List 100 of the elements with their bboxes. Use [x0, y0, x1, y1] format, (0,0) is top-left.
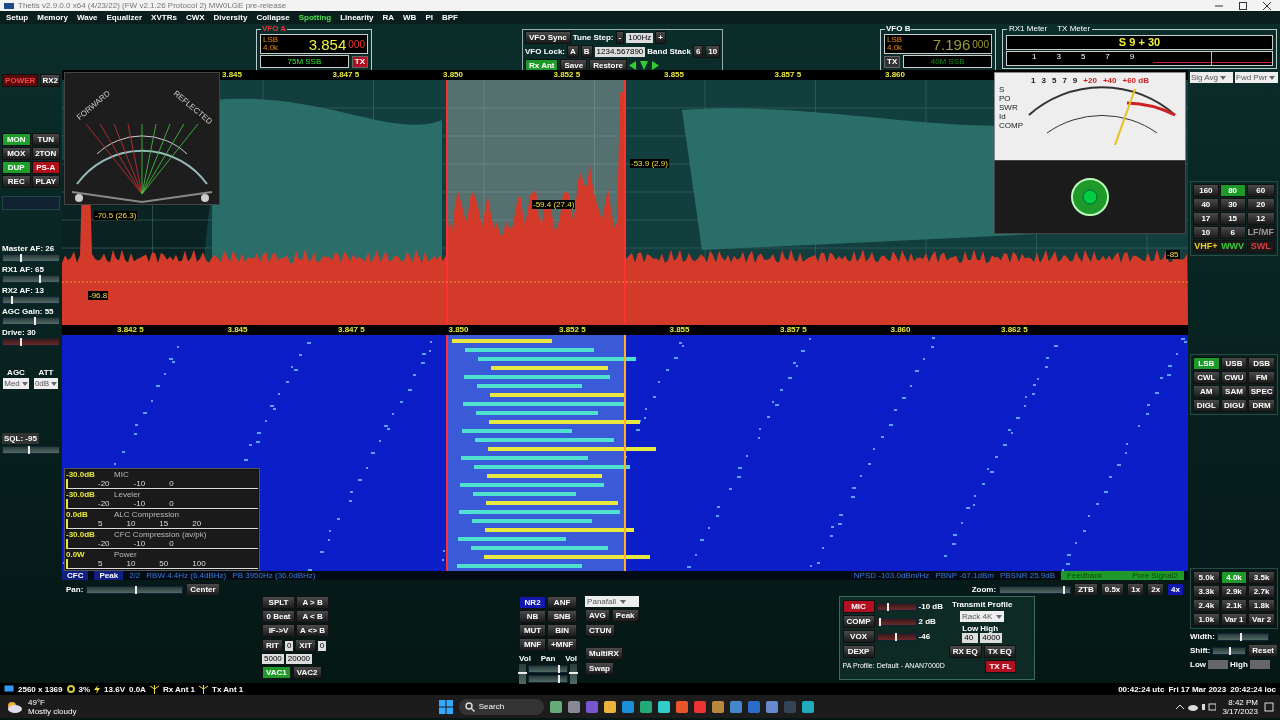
vfo-button[interactable]: 0 Beat	[262, 610, 296, 623]
taskbar-app-icon[interactable]	[766, 700, 779, 713]
low-field[interactable]	[1208, 660, 1228, 669]
toggle-button[interactable]: MON	[2, 133, 31, 146]
high-field[interactable]: 4000	[980, 633, 1003, 643]
taskbar-app-icon[interactable]	[622, 700, 635, 713]
slider-thumb[interactable]	[887, 602, 890, 611]
band-stack-button[interactable]: 6	[692, 45, 704, 58]
pan-slider[interactable]	[528, 665, 569, 673]
volume-slider[interactable]	[519, 664, 527, 684]
mode-button[interactable]: DRM	[1248, 399, 1275, 412]
dsp-button[interactable]: +MNF	[547, 638, 578, 651]
band-button[interactable]: LF/MF	[1246, 226, 1275, 239]
menu-item[interactable]: CWX	[185, 13, 205, 22]
start-icon[interactable]	[438, 699, 453, 714]
mode-button[interactable]: CWL	[1193, 371, 1220, 384]
tx-button[interactable]: TX	[351, 55, 368, 68]
agc-dropdown[interactable]: Med	[3, 378, 29, 389]
vfo-button[interactable]: IF->V	[262, 624, 296, 637]
xit-button[interactable]: XIT	[295, 639, 316, 652]
avg-button[interactable]: AVG	[585, 609, 610, 622]
slider-thumb[interactable]	[1063, 585, 1066, 594]
taskbar-app-icon[interactable]	[802, 700, 815, 713]
slider[interactable]	[876, 602, 917, 611]
menu-item[interactable]: Collapse	[256, 13, 290, 22]
profile-dropdown[interactable]: Rack 4K	[960, 611, 1005, 622]
band-button[interactable]: 15	[1219, 212, 1246, 225]
zoom-button[interactable]: ZTB	[1074, 583, 1098, 596]
lock-b-button[interactable]: B	[580, 45, 593, 58]
toggle-button[interactable]: PS-A	[31, 161, 60, 174]
slider-thumb[interactable]	[19, 254, 22, 262]
menu-item[interactable]: WB	[403, 13, 417, 22]
vac-button[interactable]: VAC1	[262, 666, 291, 679]
taskbar-app-icon[interactable]	[676, 700, 689, 713]
taskbar-app-icon[interactable]	[550, 700, 563, 713]
taskbar-app-icon[interactable]	[712, 700, 725, 713]
zoom-slider[interactable]	[999, 585, 1072, 594]
toggle-button[interactable]: DUP	[2, 161, 31, 174]
vfo-button[interactable]: SPLT	[262, 596, 296, 609]
ctun-button[interactable]: CTUN	[585, 624, 616, 637]
system-tray-icons[interactable]	[1176, 701, 1217, 712]
multirx-button[interactable]: MultiRX	[585, 647, 623, 660]
slider[interactable]	[876, 617, 917, 626]
arrow-buttons-icon[interactable]	[628, 61, 659, 70]
vfo-button[interactable]: A > B	[296, 596, 330, 609]
rit-button[interactable]: RIT	[262, 639, 283, 652]
power-button[interactable]: POWER	[2, 74, 39, 87]
slider-thumb[interactable]	[1229, 646, 1232, 655]
filter-button[interactable]: 3.5k	[1248, 571, 1275, 584]
vac-button[interactable]: VAC2	[292, 666, 322, 679]
peak-button[interactable]: Peak	[94, 571, 124, 580]
filter-button[interactable]: 2.1k	[1220, 599, 1248, 612]
frequency-display[interactable]: 7.196	[932, 35, 971, 53]
slider-thumb[interactable]	[1240, 632, 1243, 641]
band-stack-button[interactable]: 10	[705, 45, 721, 58]
step-down-button[interactable]: -	[615, 31, 625, 44]
band-button[interactable]: 12	[1246, 212, 1275, 225]
slider-thumb[interactable]	[11, 296, 14, 304]
filter-button[interactable]: Var 2	[1248, 613, 1275, 626]
tx-filter-button[interactable]: TX FL	[985, 660, 1016, 673]
taskbar-app-icon[interactable]	[730, 700, 743, 713]
rx-eq-button[interactable]: RX EQ	[948, 645, 982, 658]
menu-item[interactable]: BPF	[441, 13, 458, 22]
swap-button[interactable]: Swap	[585, 662, 614, 675]
band-button[interactable]: 40	[1193, 198, 1219, 211]
squelch-slider[interactable]	[2, 446, 60, 454]
peak-button[interactable]: Peak	[611, 609, 639, 622]
menu-item[interactable]: Setup	[6, 13, 29, 22]
mode-button[interactable]: CWU	[1220, 371, 1248, 384]
slider-thumb[interactable]	[33, 317, 36, 325]
display-mode-dropdown[interactable]: Panafall	[585, 596, 639, 607]
taskbar-app-icon[interactable]	[604, 700, 617, 713]
high-field[interactable]	[1249, 660, 1270, 669]
slider[interactable]	[2, 317, 60, 325]
menu-item[interactable]: Linearity	[340, 13, 374, 22]
tune-step-field[interactable]: 100Hz	[626, 32, 654, 43]
mode-button[interactable]: USB	[1220, 357, 1248, 370]
slider-thumb[interactable]	[134, 585, 137, 594]
menu-item[interactable]: PI	[425, 13, 433, 22]
vfo-button[interactable]: A <> B	[296, 624, 330, 637]
dsp-button[interactable]: MNF	[519, 638, 547, 651]
zoom-button[interactable]: 1x	[1127, 583, 1145, 596]
band-button[interactable]: 17	[1193, 212, 1219, 225]
filter-button[interactable]: 2.7k	[1248, 585, 1275, 598]
transmit-toggle[interactable]: COMP	[842, 615, 875, 628]
band-button[interactable]: 6	[1219, 226, 1246, 239]
toggle-button[interactable]: MOX	[2, 147, 31, 160]
band-button[interactable]: 60	[1246, 184, 1275, 197]
tx-eq-button[interactable]: TX EQ	[983, 645, 1016, 658]
knob-icon[interactable]	[1070, 177, 1110, 217]
pan-slider[interactable]	[86, 585, 184, 594]
menu-item[interactable]: Memory	[37, 13, 68, 22]
menu-item[interactable]: RA	[382, 13, 395, 22]
lock-a-button[interactable]: A	[567, 45, 579, 58]
step-up-button[interactable]: +	[655, 31, 666, 44]
att-dropdown[interactable]: 0dB	[33, 378, 59, 389]
slider-thumb[interactable]	[557, 675, 560, 683]
filter-button[interactable]: 2.9k	[1220, 585, 1248, 598]
filter-button[interactable]: 1.0k	[1193, 613, 1220, 626]
slider-thumb[interactable]	[28, 446, 31, 454]
